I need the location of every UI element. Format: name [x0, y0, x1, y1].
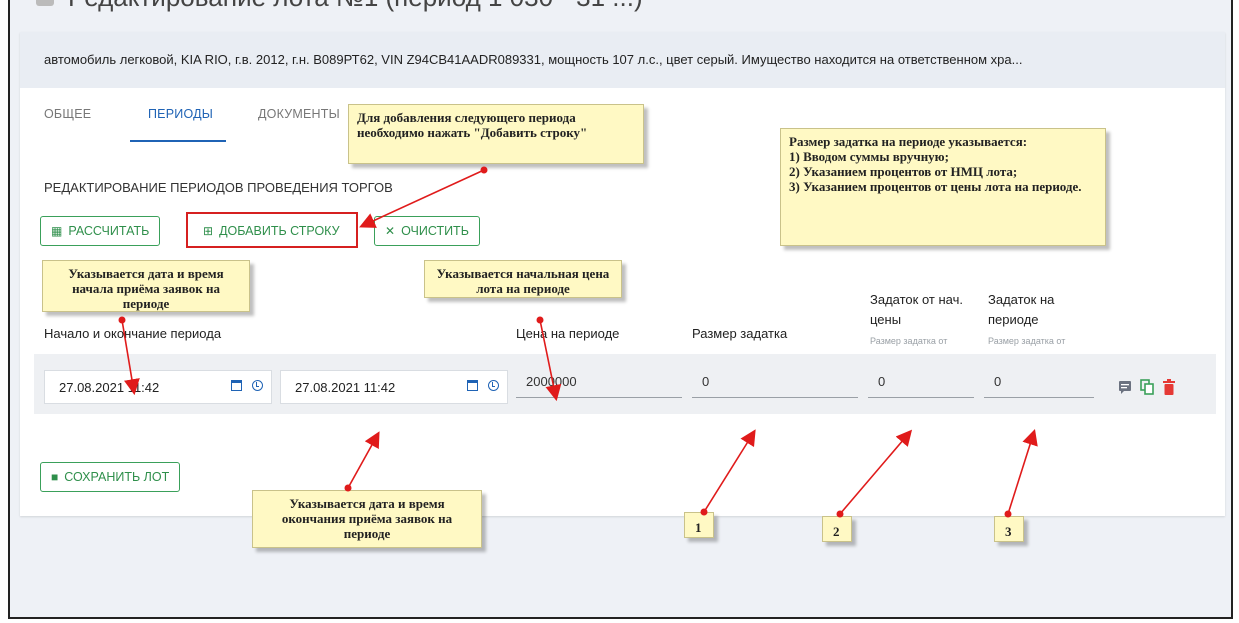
delete-icon[interactable]: [1162, 379, 1176, 395]
section-title: РЕДАКТИРОВАНИЕ ПЕРИОДОВ ПРОВЕДЕНИЯ ТОРГО…: [44, 180, 393, 195]
marker-3: 3: [994, 516, 1024, 542]
clear-button[interactable]: ✕ ОЧИСТИТЬ: [374, 216, 480, 246]
add-row-callout: Для добавления следующего периода необхо…: [348, 104, 644, 164]
column-deposit: Размер задатка: [692, 326, 788, 341]
price-input[interactable]: 2000000: [516, 368, 682, 398]
column-deposit-period: Задаток на периоде: [988, 292, 1055, 327]
marker-2: 2: [822, 516, 852, 542]
calculator-icon: ▦: [51, 224, 63, 238]
save-icon: ■: [51, 470, 59, 484]
clock-icon[interactable]: [488, 380, 499, 391]
tab-general[interactable]: ОБЩЕЕ: [44, 107, 91, 121]
calculate-button[interactable]: ▦ РАССЧИТАТЬ: [40, 216, 161, 246]
calendar-icon[interactable]: [467, 380, 478, 391]
add-row-icon: ⊞: [203, 224, 214, 238]
copy-icon[interactable]: [1140, 379, 1154, 395]
clock-icon[interactable]: [252, 380, 263, 391]
period-start-field[interactable]: 27.08.2021 11:42: [44, 370, 272, 404]
deposit-period-percent-input[interactable]: 0: [984, 368, 1094, 398]
calendar-icon[interactable]: [231, 380, 242, 391]
deposit-input[interactable]: 0: [692, 368, 858, 398]
column-price: Цена на периоде: [516, 326, 620, 341]
price-callout: Указывается начальная цена лота на перио…: [424, 260, 622, 298]
deposit-initial-percent-input[interactable]: 0: [868, 368, 974, 398]
deposit-callout: Размер задатка на периоде указывается: 1…: [780, 128, 1106, 246]
start-date-callout: Указывается дата и время начала приёма з…: [42, 260, 250, 312]
active-tab-indicator: [130, 140, 226, 142]
tab-periods[interactable]: ПЕРИОДЫ: [148, 107, 213, 121]
save-lot-button[interactable]: ■ СОХРАНИТЬ ЛОТ: [40, 462, 181, 492]
end-date-callout: Указывается дата и время окончания приём…: [252, 490, 482, 548]
lot-description: автомобиль легковой, KIA RIO, г.в. 2012,…: [20, 32, 1225, 88]
column-period: Начало и окончание периода: [44, 326, 222, 341]
tab-documents[interactable]: ДОКУМЕНТЫ: [258, 107, 340, 121]
back-icon[interactable]: [36, 0, 54, 6]
comment-icon[interactable]: [1118, 379, 1132, 395]
page-title: Редактирование лота №1 (период 1 030 - 3…: [68, 0, 668, 13]
screenshot-frame: Редактирование лота №1 (период 1 030 - 3…: [8, 0, 1233, 619]
add-row-button[interactable]: ⊞ ДОБАВИТЬ СТРОКУ: [192, 216, 351, 246]
column-deposit-initial: Задаток от нач. цены: [870, 292, 963, 327]
marker-1: 1: [684, 512, 714, 538]
period-end-field[interactable]: 27.08.2021 11:42: [280, 370, 508, 404]
close-icon: ✕: [385, 224, 396, 238]
